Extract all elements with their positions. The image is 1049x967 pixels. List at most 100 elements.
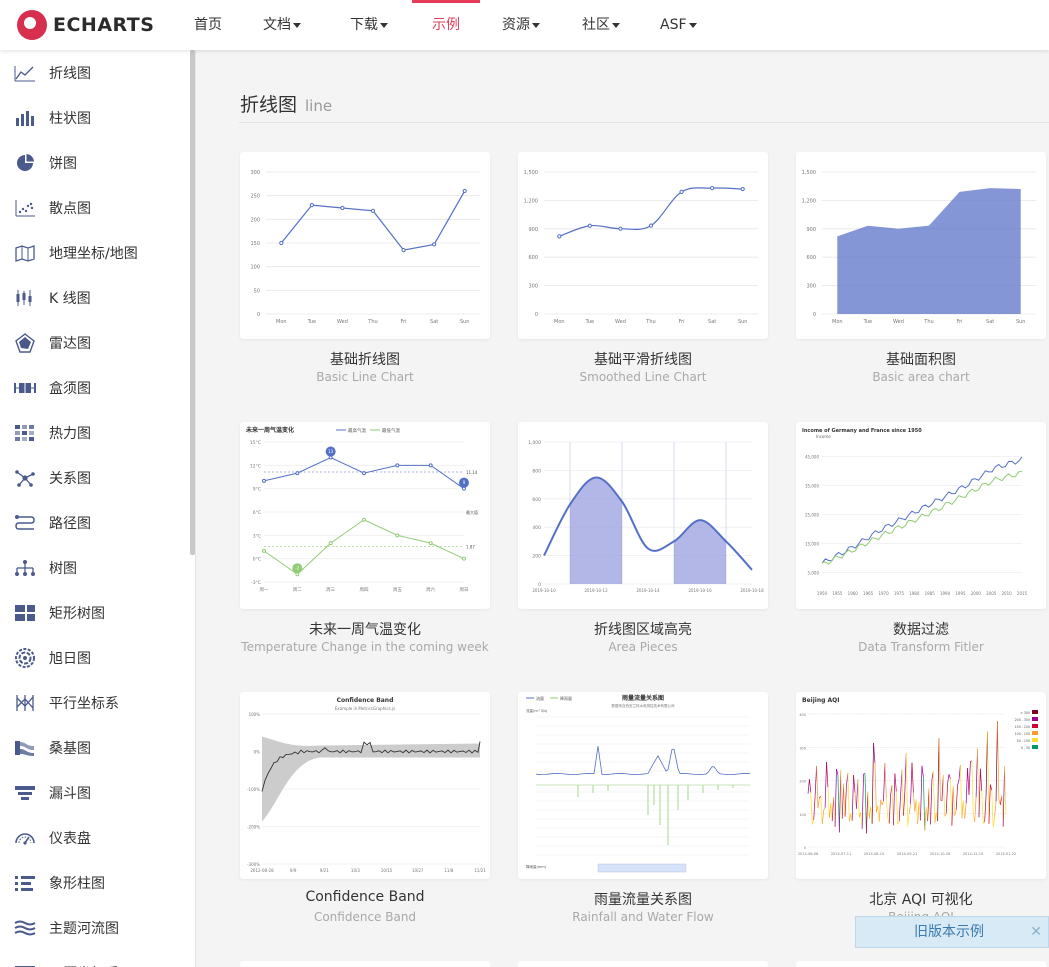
aqi-segment xyxy=(827,787,830,819)
x-tick-label: Sat xyxy=(708,319,716,325)
nav-item[interactable]: 下载 xyxy=(326,0,412,50)
example-thumbnail[interactable]: 300 250 200 150 100 50 0 Mon Tue Wed Thu Fri Sat Sun xyxy=(240,152,490,339)
sidebar-item[interactable]: 盒须图 xyxy=(0,365,195,410)
sidebar-item[interactable]: 折线图 xyxy=(0,50,195,95)
example-thumbnail[interactable]: Income of Germany and France since 1950 I… xyxy=(796,422,1046,609)
sidebar-item[interactable]: 主题河流图 xyxy=(0,905,195,950)
nav-item[interactable]: 首页 xyxy=(178,0,238,50)
nav-item[interactable]: ASF xyxy=(640,0,717,50)
legend-label: 150 - 200 xyxy=(1015,725,1030,729)
sidebar-item[interactable]: 柱状图 xyxy=(0,95,195,140)
chart-thumbnail: Confidence Band Example in MetricsGraphic… xyxy=(247,697,486,873)
aqi-segment xyxy=(881,800,884,805)
example-thumbnail[interactable]: 1,500 1,200 900 600 300 0 Mon Tue Wed Thu Fri Sat Su… xyxy=(518,152,768,339)
example-card[interactable]: 300 250 200 150 100 50 0 Mon Tue Wed Thu Fri Sat Sun … xyxy=(240,152,490,384)
nav-item[interactable]: 示例 xyxy=(412,0,480,50)
nav-item[interactable]: 文档 xyxy=(238,0,326,50)
x-tick-label: 周日 xyxy=(460,587,469,593)
calendar-icon xyxy=(14,963,36,967)
sidebar-item[interactable]: 路径图 xyxy=(0,500,195,545)
sidebar-item[interactable]: 散点图 xyxy=(0,185,195,230)
gauge-icon xyxy=(14,828,36,848)
example-card[interactable]: 1,500 1,200 900 600 300 0 Mon Tue Wed Thu Fri Sat Su… xyxy=(796,152,1046,384)
sidebar-list: 折线图 柱状图 饼图 散点图地理坐标/地图 K 线图 雷达图 盒须图 热力图 关系图 路径图 树图矩… xyxy=(0,50,195,967)
echarts-logo[interactable]: ECHARTS xyxy=(17,9,154,41)
sidebar-item[interactable]: 旭日图 xyxy=(0,635,195,680)
nav-item[interactable]: 社区 xyxy=(562,0,640,50)
example-card[interactable]: 1,000 800 600 400 200 0 2019-10-10 2019-10-12 20… xyxy=(518,422,768,654)
example-thumbnail[interactable]: 未来一周气温变化 最高气温 最低气温 15°C 12°C 9°C 6°C 3°C 0°C -3°C… xyxy=(240,422,490,609)
nav-item-label: 下载 xyxy=(350,17,378,33)
sidebar-item[interactable]: 矩形树图 xyxy=(0,590,195,635)
y-tick-label: 600 xyxy=(806,255,816,261)
aqi-segment xyxy=(964,803,967,819)
x-tick-label: 1980 xyxy=(909,591,920,596)
sidebar-item-label: 桑基图 xyxy=(49,740,91,757)
aqi-segment xyxy=(853,774,856,793)
example-card[interactable]: Beijing AQI 400 300 200 100 0 2014-06-06 2014-0… xyxy=(796,692,1046,924)
boxplot-icon xyxy=(14,378,36,398)
example-thumbnail[interactable]: 1,500 1,200 900 600 300 0 Mon Tue Wed Thu Fri Sat Su… xyxy=(796,152,1046,339)
sidebar-item[interactable]: 地理坐标/地图 xyxy=(0,230,195,275)
example-card[interactable]: 未来一周气温变化 最高气温 最低气温 15°C 12°C 9°C 6°C 3°C 0°C -3°C… xyxy=(240,422,490,654)
close-icon[interactable]: ✕ xyxy=(1030,917,1042,947)
example-thumbnail[interactable]: Beijing AQI 400 300 200 100 0 2014-06-06 2014-0… xyxy=(796,692,1046,879)
sidebar-item[interactable]: 桑基图 xyxy=(0,725,195,770)
bar-chart-icon xyxy=(14,108,36,128)
example-card-partial[interactable] xyxy=(518,961,768,967)
legend-swatch xyxy=(1032,710,1038,714)
sidebar-item[interactable]: 平行坐标系 xyxy=(0,680,195,725)
sidebar-item[interactable]: 漏斗图 xyxy=(0,770,195,815)
aqi-segment xyxy=(961,800,964,819)
sidebar: 折线图 柱状图 饼图 散点图地理坐标/地图 K 线图 雷达图 盒须图 热力图 关系图 路径图 树图矩… xyxy=(0,50,196,967)
example-card-partial[interactable] xyxy=(796,961,1046,967)
chart-thumbnail: 1,500 1,200 900 600 300 0 Mon Tue Wed Thu Fri Sat Su… xyxy=(802,170,1036,325)
sidebar-item[interactable]: 雷达图 xyxy=(0,320,195,365)
old-version-examples-link[interactable]: 旧版本示例 ✕ xyxy=(855,916,1049,948)
sidebar-item[interactable]: 饼图 xyxy=(0,140,195,185)
sidebar-item[interactable]: 仪表盘 xyxy=(0,815,195,860)
x-tick-label: Mon xyxy=(554,319,565,325)
sidebar-item[interactable]: K 线图 xyxy=(0,275,195,320)
example-card[interactable]: Income of Germany and France since 1950 I… xyxy=(796,422,1046,654)
nav-item[interactable]: 资源 xyxy=(480,0,562,50)
aqi-segment xyxy=(954,809,957,816)
sidebar-item[interactable]: 热力图 xyxy=(0,410,195,455)
sidebar-scrollbar[interactable] xyxy=(190,50,195,555)
aqi-segment xyxy=(809,779,812,793)
aqi-segment xyxy=(893,773,896,826)
example-card-partial[interactable] xyxy=(240,961,490,967)
example-thumbnail[interactable]: Confidence Band Example in MetricsGraphic… xyxy=(240,692,490,879)
y-tick-label: 100 xyxy=(799,813,806,817)
example-card[interactable]: 雨量流量关系图 数据来自西安兰特水电测控技术有限公司 流量 降雨量 流量(m^3/s) 降… xyxy=(518,692,768,924)
nav-item-label: 示例 xyxy=(432,17,460,33)
candlestick-icon xyxy=(14,288,36,308)
sidebar-item[interactable]: 象形柱图 xyxy=(0,860,195,905)
example-card[interactable]: 1,500 1,200 900 600 300 0 Mon Tue Wed Thu Fri Sat Su… xyxy=(518,152,768,384)
data-point xyxy=(370,208,376,213)
example-thumbnail[interactable]: 雨量流量关系图 数据来自西安兰特水电测控技术有限公司 流量 降雨量 流量(m^3/s) 降… xyxy=(518,692,768,879)
aqi-segment xyxy=(984,795,987,822)
aqi-segment xyxy=(995,721,998,802)
sidebar-item-label: 漏斗图 xyxy=(49,785,91,802)
sidebar-item[interactable]: 树图 xyxy=(0,545,195,590)
x-tick-label: Wed xyxy=(893,319,904,325)
section-divider xyxy=(239,122,1049,123)
sidebar-item[interactable]: 关系图 xyxy=(0,455,195,500)
example-card[interactable]: Confidence Band Example in MetricsGraphic… xyxy=(240,692,490,924)
y-tick-label: 5,000 xyxy=(808,571,820,576)
nav-item-label: 社区 xyxy=(582,17,610,33)
mark-point-label: 9 xyxy=(463,480,466,485)
sidebar-item[interactable]: 日历坐标系 xyxy=(0,950,195,967)
data-point xyxy=(362,517,366,522)
aqi-segment xyxy=(927,788,930,822)
aqi-segment xyxy=(810,792,813,825)
example-thumbnail[interactable]: 1,000 800 600 400 200 0 2019-10-10 2019-10-12 20… xyxy=(518,422,768,609)
data-point xyxy=(279,240,284,246)
aqi-segment xyxy=(942,775,946,817)
x-tick-label: 2019-10-12 xyxy=(584,588,608,593)
legend-swatch xyxy=(1032,724,1038,728)
sidebar-item-label: 地理坐标/地图 xyxy=(49,245,138,262)
x-tick-label: 1995 xyxy=(955,591,966,596)
aqi-segment xyxy=(992,816,995,828)
